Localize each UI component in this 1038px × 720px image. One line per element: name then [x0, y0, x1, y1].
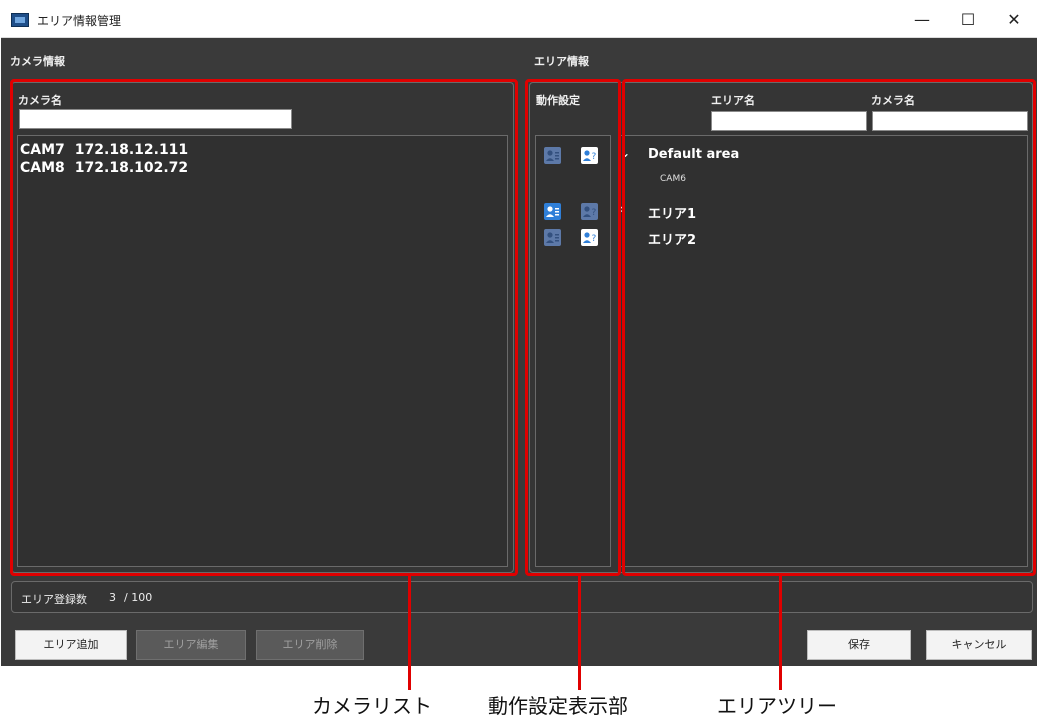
- camera-info-header: カメラ情報: [10, 55, 65, 68]
- app-icon: [11, 13, 29, 27]
- save-button[interactable]: 保存: [807, 630, 911, 660]
- minimize-button[interactable]: —: [899, 2, 945, 38]
- close-button[interactable]: ✕: [991, 2, 1037, 38]
- area-tree-callout: [622, 79, 1036, 576]
- area-count-value: 3: [109, 591, 116, 604]
- area-count-bar: エリア登録数 3 / 100: [11, 581, 1033, 613]
- title-bar: エリア情報管理 — ☐ ✕: [1, 2, 1037, 38]
- area-tree-caption: エリアツリー: [717, 694, 837, 718]
- area-info-header: エリア情報: [534, 55, 589, 68]
- area-count-label: エリア登録数: [21, 593, 87, 606]
- camera-list-caption: カメラリスト: [312, 694, 432, 718]
- cancel-button[interactable]: キャンセル: [926, 630, 1032, 660]
- add-area-button[interactable]: エリア追加: [15, 630, 127, 660]
- window-title: エリア情報管理: [37, 14, 122, 28]
- operation-display-leader: [578, 576, 581, 690]
- delete-area-button[interactable]: エリア削除: [256, 630, 364, 660]
- camera-list-leader: [408, 576, 411, 690]
- camera-list-callout: [10, 79, 518, 576]
- operation-display-callout: [525, 79, 621, 576]
- operation-display-caption: 動作設定表示部: [488, 694, 628, 718]
- area-tree-leader: [779, 576, 782, 690]
- edit-area-button[interactable]: エリア編集: [136, 630, 246, 660]
- area-count-max: / 100: [124, 591, 153, 604]
- maximize-button[interactable]: ☐: [945, 2, 991, 38]
